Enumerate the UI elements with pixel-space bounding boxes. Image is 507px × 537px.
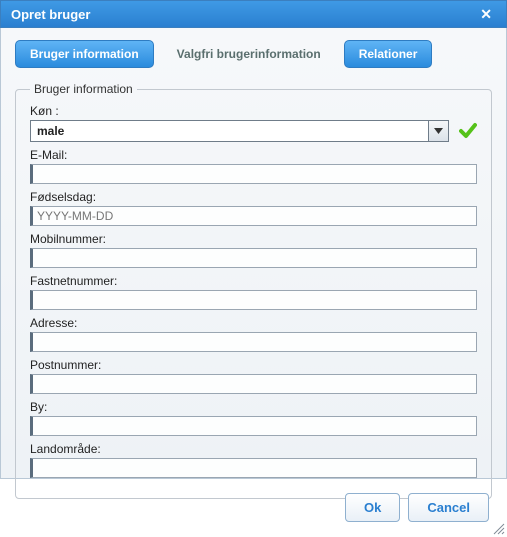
email-label: E-Mail:	[30, 148, 477, 162]
dialog-title: Opret bruger	[11, 7, 90, 22]
user-information-group: Bruger information Køn : male	[15, 82, 492, 499]
dialog-button-row: Ok Cancel	[0, 479, 507, 532]
tab-optional-information[interactable]: Valgfri brugerinformation	[162, 40, 336, 68]
tab-bar: Bruger information Valgfri brugerinforma…	[15, 40, 496, 68]
field-landline: Fastnetnummer:	[30, 274, 477, 310]
city-input[interactable]	[30, 416, 477, 436]
button-label: Cancel	[427, 500, 470, 515]
dialog-body: Bruger information Valgfri brugerinforma…	[0, 28, 507, 479]
check-icon	[459, 122, 477, 140]
postal-input[interactable]	[30, 374, 477, 394]
chevron-down-icon[interactable]	[428, 121, 448, 141]
landline-input[interactable]	[30, 290, 477, 310]
tab-label: Relationer	[359, 47, 418, 61]
group-legend: Bruger information	[30, 82, 137, 96]
field-region: Landområde:	[30, 442, 477, 478]
field-postal: Postnummer:	[30, 358, 477, 394]
tab-relations[interactable]: Relationer	[344, 40, 433, 68]
city-label: By:	[30, 400, 477, 414]
region-input[interactable]	[30, 458, 477, 478]
landline-label: Fastnetnummer:	[30, 274, 477, 288]
tab-label: Bruger information	[30, 47, 139, 61]
create-user-dialog: Opret bruger ✕ Bruger information Valgfr…	[0, 0, 507, 537]
field-birthday: Fødselsdag:	[30, 190, 477, 226]
close-icon[interactable]: ✕	[476, 6, 496, 23]
email-input[interactable]	[30, 164, 477, 184]
cancel-button[interactable]: Cancel	[408, 493, 489, 522]
gender-value: male	[31, 121, 428, 141]
postal-label: Postnummer:	[30, 358, 477, 372]
dialog-titlebar: Opret bruger ✕	[0, 0, 507, 28]
field-gender: Køn : male	[30, 104, 477, 142]
button-label: Ok	[364, 500, 381, 515]
address-input[interactable]	[30, 332, 477, 352]
field-city: By:	[30, 400, 477, 436]
field-mobile: Mobilnummer:	[30, 232, 477, 268]
gender-select[interactable]: male	[30, 120, 449, 142]
gender-label: Køn :	[30, 104, 477, 118]
region-label: Landområde:	[30, 442, 477, 456]
address-label: Adresse:	[30, 316, 477, 330]
birthday-input[interactable]	[30, 206, 477, 226]
tab-label: Valgfri brugerinformation	[177, 47, 321, 61]
mobile-label: Mobilnummer:	[30, 232, 477, 246]
tab-user-information[interactable]: Bruger information	[15, 40, 154, 68]
field-email: E-Mail:	[30, 148, 477, 184]
field-address: Adresse:	[30, 316, 477, 352]
ok-button[interactable]: Ok	[345, 493, 400, 522]
mobile-input[interactable]	[30, 248, 477, 268]
birthday-label: Fødselsdag:	[30, 190, 477, 204]
